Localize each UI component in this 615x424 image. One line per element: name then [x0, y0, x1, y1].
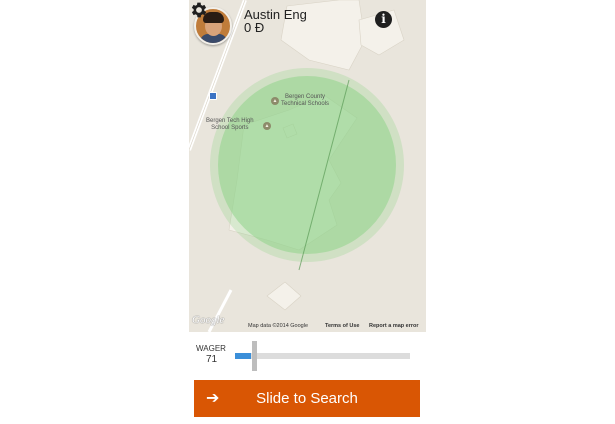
- poi-label-line: Bergen County: [285, 94, 326, 100]
- school-icon[interactable]: ▲: [263, 122, 271, 130]
- poi-label: Bergen Tech High School Sports: [206, 118, 254, 132]
- map-data-attribution: Map data ©2014 Google: [248, 323, 309, 329]
- info-icon[interactable]: i: [375, 11, 392, 28]
- poi-label: Bergen County Technical Schools: [281, 94, 329, 108]
- gear-icon[interactable]: [189, 0, 209, 20]
- user-balance: 0 Đ: [244, 20, 265, 35]
- wager-label: WAGER: [196, 344, 226, 353]
- school-icon[interactable]: ▲: [271, 97, 279, 105]
- slide-to-search-label: Slide to Search: [256, 390, 358, 407]
- poi-label-line: Technical Schools: [281, 101, 330, 107]
- wager-slider-fill: [235, 353, 251, 359]
- transit-stop-icon[interactable]: [209, 92, 217, 100]
- wager-slider[interactable]: [235, 341, 410, 371]
- map-view[interactable]: ▲ Bergen County Technical Schools ▲ Berg…: [189, 0, 426, 332]
- phone-screen: ▲ Bergen County Technical Schools ▲ Berg…: [189, 0, 426, 424]
- map-building: [266, 281, 302, 311]
- google-logo: Google: [192, 314, 225, 326]
- wager-value: 71: [206, 354, 218, 365]
- wager-slider-thumb[interactable]: [251, 341, 257, 371]
- map-canvas: [189, 0, 405, 332]
- poi-label-line: Bergen Tech High: [206, 118, 254, 124]
- report-map-error-link[interactable]: Report a map error: [369, 323, 419, 329]
- terms-of-use-link[interactable]: Terms of Use: [325, 323, 359, 329]
- wager-panel: WAGER 71: [189, 332, 426, 380]
- slide-to-search-button[interactable]: ➔ Slide to Search: [194, 380, 420, 417]
- poi-label-line: School Sports: [211, 125, 249, 131]
